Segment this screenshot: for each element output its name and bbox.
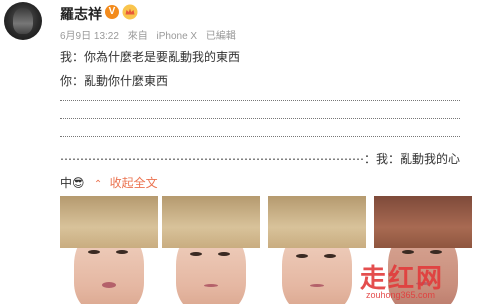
post-device[interactable]: iPhone X [157,31,198,42]
eye [87,250,100,255]
watermark-url: zouhong365.com [366,290,436,300]
post-photo-3[interactable] [268,196,366,304]
author-name[interactable]: 羅志祥 [60,4,102,24]
eye [189,252,202,257]
post-edited[interactable]: 已編輯 [206,31,236,42]
post-final-line: ⋯⋯⋯⋯⋯⋯⋯⋯⋯⋯⋯⋯⋯⋯⋯⋯⋯⋯⋯⋯⋯⋯⋯⋯⋯⋯⋯⋯⋯⋯⋯⋯⋯⋯⋯⋯⋯⋯⋯⋯… [60,150,460,167]
post-photo-1[interactable] [60,196,158,304]
post-line-1: 我：你為什麼老是要亂動我的東西 [60,50,241,64]
vip-crown-icon [122,4,138,20]
photo-hair [60,196,158,248]
collapse-row: 中😎 ⌃ 收起全文 [60,174,158,191]
eye [295,254,308,259]
final-line-text: ⋯⋯⋯⋯⋯⋯⋯⋯⋯⋯⋯⋯⋯⋯⋯⋯⋯⋯⋯⋯⋯⋯⋯⋯⋯⋯⋯⋯⋯⋯⋯⋯⋯⋯⋯⋯⋯⋯⋯⋯… [60,152,460,166]
eye [401,250,414,255]
text-symbols: 中😎 [60,176,85,190]
photo-hair [374,196,472,248]
avatar-face [13,8,33,34]
photo-hair [162,196,260,248]
collapse-full-text-link[interactable]: 收起全文 [110,176,158,190]
mouth [309,284,324,288]
watermark: 走红网 zouhong365.com [360,258,468,302]
eye [115,250,128,255]
post-line-2: 你：亂動你什麼東西 [60,74,169,88]
post-meta: 6月9日 13:22 來自 iPhone X 已編輯 [60,27,242,42]
eye [429,250,442,255]
mouth [101,282,116,289]
post-source: 來自 [127,31,148,42]
dotted-line [60,136,460,137]
dotted-line [60,100,460,101]
photo-hair [268,196,366,248]
eye [217,252,230,257]
dotted-line [60,118,460,119]
chevron-up-icon[interactable]: ⌃ [94,179,102,190]
post-photo-2[interactable] [162,196,260,304]
verified-badge-icon: V [105,5,119,19]
mouth [203,284,218,288]
post-date[interactable]: 6月9日 13:22 [60,31,119,42]
avatar[interactable] [4,2,42,40]
eye [323,254,336,259]
